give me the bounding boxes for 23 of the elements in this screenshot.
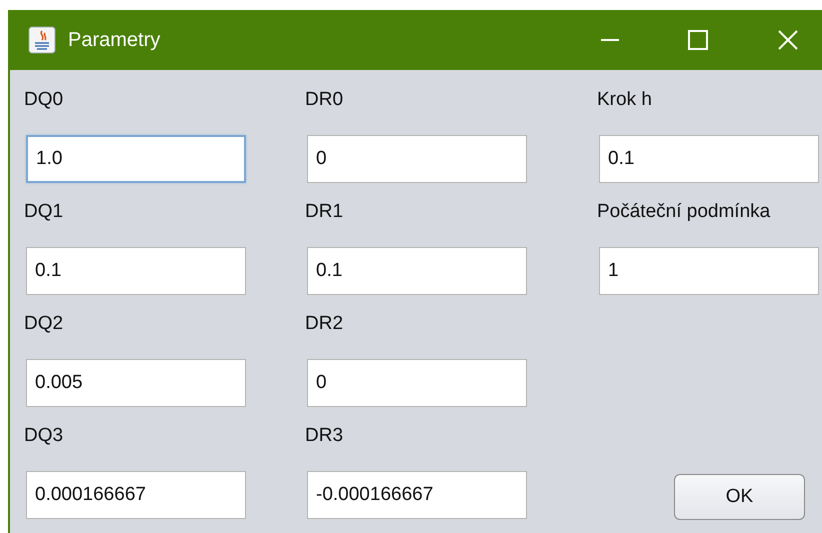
text-field[interactable]: 0.000166667 [26, 471, 246, 519]
text-field[interactable]: 0.1 [26, 247, 246, 295]
field-label: DQ0 [24, 88, 64, 112]
field-label: DR1 [305, 200, 344, 224]
text-field[interactable]: 0.1 [307, 247, 527, 295]
app-icon [28, 26, 56, 54]
ok-button[interactable]: OK [674, 474, 805, 520]
text-field[interactable]: 0 [307, 135, 527, 183]
field-label: DQ1 [24, 200, 64, 224]
field-label: DR0 [305, 88, 344, 112]
window-title: Parametry [68, 28, 160, 53]
text-field[interactable]: 0 [307, 359, 527, 407]
text-field[interactable]: 0.1 [599, 135, 819, 183]
text-field[interactable]: 1 [599, 247, 819, 295]
field-label: DQ3 [24, 424, 64, 448]
field-label: Počáteční podmínka [597, 200, 772, 224]
field-label: DR3 [305, 424, 344, 448]
field-label: DQ2 [24, 312, 64, 336]
text-field[interactable]: -0.000166667 [307, 471, 527, 519]
field-label: Krok h [597, 88, 653, 112]
text-field[interactable]: 0.005 [26, 359, 246, 407]
field-label: DR2 [305, 312, 344, 336]
text-field[interactable]: 1.0 [26, 135, 246, 183]
